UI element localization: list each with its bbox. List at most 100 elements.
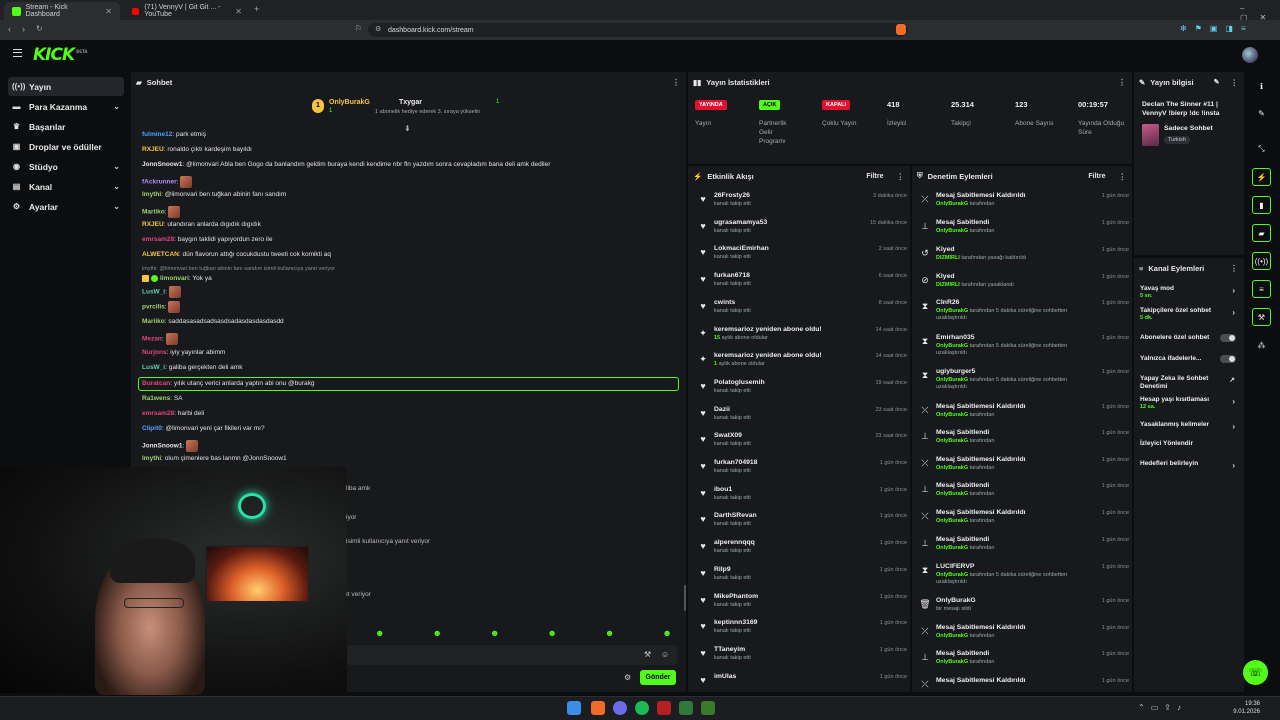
chat-message[interactable]: Buratcan: yılık utanç verici anlarda yap… <box>142 380 314 387</box>
list-item[interactable]: ⊥ Mesaj Sabitlendi OnlyBurakG tarafından 1 … <box>919 536 1129 562</box>
more-options-icon[interactable]: ⋮ <box>897 172 905 181</box>
list-item[interactable]: ⊥ Mesaj Sabitlendi OnlyBurakG tarafından 1 … <box>919 429 1129 455</box>
chat-message[interactable]: Mariiko: saddasasadsadsasdsadasdasdasdas… <box>142 318 284 325</box>
chat-username[interactable]: emrsam28 <box>142 236 174 243</box>
channel-action[interactable]: Hesap yaşı kısıtlaması 12 sa. › <box>1140 396 1238 410</box>
sidebar-item-basarilar[interactable]: ♛ Başarılar <box>8 117 124 136</box>
list-item[interactable]: ⊥ Mesaj Sabitlendi OnlyBurakG tarafından 1 … <box>919 482 1129 508</box>
chat-message[interactable]: RXJEU: ronaldo çıktı kardeşim bayıldı <box>142 146 252 153</box>
toggle-switch[interactable] <box>1220 355 1236 363</box>
list-item[interactable]: ♥ imUlas 1 gün önce <box>697 673 907 699</box>
chat-message[interactable]: pvrcilis: <box>142 301 181 313</box>
chat-username[interactable]: ALWETCAN <box>142 251 179 258</box>
chat-username[interactable]: JonnSnoow1 <box>142 161 182 168</box>
tab-youtube[interactable]: (71) VennyV | Git Git ... - YouTube ✕ <box>124 2 250 20</box>
list-item[interactable]: ♥ MikePhantom kanalı takip etti 1 gün önce <box>697 593 907 619</box>
sidebar-item-studyo[interactable]: ◉ Stüdyo ⌄ <box>8 157 124 176</box>
chat-username[interactable]: Clipit0 <box>142 425 162 432</box>
list-item[interactable]: ♥ cwints kanalı takip etti 8 saat önce <box>697 299 907 325</box>
chat-username[interactable]: fAckrunner <box>142 179 177 186</box>
channel-action[interactable]: Takipçilere özel sohbet 5 dk. › <box>1140 307 1238 321</box>
chat-username[interactable]: Mariiko <box>142 318 165 325</box>
chat-username[interactable]: fulmine12 <box>142 131 172 138</box>
chat-message[interactable]: Mariiko: <box>142 206 181 218</box>
chat-message[interactable]: JonnSnoow1: @limonvari Abla ben Gogo da … <box>142 161 550 168</box>
pencil-icon[interactable]: ✎ <box>1252 104 1271 122</box>
list-item[interactable]: ⤫ Mesaj Sabitlemesi Kaldırıldı OnlyBurakG … <box>919 192 1129 218</box>
chat-username[interactable]: lmythi <box>142 455 161 462</box>
tray-icons[interactable]: ⌃▭⇪♪ <box>1138 703 1187 712</box>
channel-action[interactable]: Yapay Zeka ile Sohbet Denetimi ↗ <box>1140 375 1238 391</box>
list-icon[interactable]: ≡ <box>1252 280 1271 298</box>
menu-icon[interactable] <box>13 49 22 57</box>
brave-icon[interactable] <box>591 701 605 715</box>
chat-settings-icon[interactable]: ⚙ <box>624 673 631 682</box>
chat-username[interactable]: RXJEU <box>142 221 164 228</box>
more-options-icon[interactable]: ⋮ <box>1230 264 1238 273</box>
chat-message[interactable]: Mezan: <box>142 333 178 345</box>
app-icon[interactable] <box>657 701 671 715</box>
list-item[interactable]: ⊥ Mesaj Sabitlendi OnlyBurakG tarafından 1 … <box>919 219 1129 245</box>
sidebar-item-kanal[interactable]: ▤ Kanal ⌄ <box>8 177 124 196</box>
list-item[interactable]: ⤫ Mesaj Sabitlemesi Kaldırıldı OnlyBurakG … <box>919 509 1129 535</box>
clock[interactable]: 19:36 9.01.2026 <box>1228 700 1260 716</box>
channel-action[interactable]: Yalnızca ifadelerle... <box>1140 355 1238 363</box>
list-item[interactable]: ⧗ CInR26 OnlyBurakG tarafından 5 dakika sü… <box>919 299 1129 325</box>
chat-message[interactable]: lmythi: olum çimenlere bas lanmn @JonnSn… <box>142 455 287 462</box>
close-icon[interactable]: ✕ <box>105 7 112 16</box>
channel-action[interactable]: Yasaklanmış kelimeler › <box>1140 421 1238 431</box>
lightning-icon[interactable]: ⚡ <box>1252 168 1271 186</box>
filter-button[interactable]: Filtre <box>1088 173 1105 180</box>
info-icon[interactable]: ℹ <box>1252 77 1271 95</box>
list-item[interactable]: ⤫ Mesaj Sabitlemesi Kaldırıldı 1 gün önce <box>919 677 1129 703</box>
channel-action[interactable]: Hedefleri belirleyin › <box>1140 460 1238 470</box>
slash-commands-icon[interactable]: ⚒ <box>644 650 651 659</box>
tab-kick-dashboard[interactable]: Stream - Kick Dashboard ✕ <box>4 2 120 20</box>
list-item[interactable]: ♥ Polatoglusemih kanalı takip etti 19 saat … <box>697 379 907 405</box>
chat-message[interactable]: fulmine12: park etmiş <box>142 131 206 138</box>
list-item[interactable]: ♥ keptinnn3169 kanalı takip etti 1 gün önce <box>697 619 907 645</box>
list-item[interactable]: ♥ ibou1 kanalı takip etti 1 gün önce <box>697 486 907 512</box>
chat-username[interactable]: limonvari <box>160 275 189 282</box>
list-item[interactable]: ♥ ugrasamamya53 kanalı takip etti 15 dakika… <box>697 219 907 245</box>
chat-username[interactable]: pvrcilis <box>142 304 165 311</box>
list-item[interactable]: ♥ DarthSRevan kanalı takip etti 1 gün önce <box>697 512 907 538</box>
url-field[interactable]: dashboard.kick.com/stream <box>368 23 908 37</box>
list-item[interactable]: ⤫ Mesaj Sabitlemesi Kaldırıldı OnlyBurakG … <box>919 456 1129 482</box>
chat-message[interactable]: RXJEU: utandıran anlarda dıgıdık dıgıdık <box>142 221 261 228</box>
list-item[interactable]: 🗑 OnlyBurakG bir mesajı sildi 1 gün önce <box>919 597 1129 623</box>
chat-username[interactable]: emrsam28 <box>142 410 174 417</box>
channel-action[interactable]: İzleyici Yönlendir <box>1140 440 1238 448</box>
chat-message[interactable]: emrsam28: baygın taklidi yapıyordun zero… <box>142 236 272 243</box>
more-options-icon[interactable]: ⋮ <box>672 78 680 87</box>
sidebar-item-ayarlar[interactable]: ⚙ Ayarlar ⌄ <box>8 197 124 216</box>
site-info-icon[interactable]: ⚙ <box>375 25 381 33</box>
sidebar-item-para-kazanma[interactable]: ▬ Para Kazanma ⌄ <box>8 97 124 116</box>
chat-input[interactable] <box>347 645 677 665</box>
discord-icon[interactable] <box>613 701 627 715</box>
extension-icons[interactable]: ✻⚑▣◨≡ <box>1180 24 1254 33</box>
chat-username[interactable]: lmythi <box>142 191 161 198</box>
chat-message[interactable]: JonnSnoow1: <box>142 440 199 452</box>
list-item[interactable]: ♥ LokmaciEmirhan kanalı takip etti 2 saat ö… <box>697 245 907 271</box>
chat-message[interactable]: LusW_i: galiba gerçekten deli amk <box>142 364 242 371</box>
reload-icon[interactable]: ↻ <box>36 24 43 33</box>
list-item[interactable]: ↺ Klyed DIZMIRLI tarafından yasağı kaldırı… <box>919 246 1129 272</box>
sidebar-item-yayin[interactable]: ((•)) Yayın <box>8 77 124 96</box>
chat-message[interactable]: lmythi: @limonvari ben tuğkan abinin fan… <box>142 191 286 198</box>
list-item[interactable]: ⊘ Klyed DIZMIRLI tarafından yasaklandı 1 gü… <box>919 273 1129 299</box>
more-options-icon[interactable]: ⋮ <box>1118 78 1126 87</box>
kick-app-icon[interactable] <box>701 701 715 715</box>
chat-username[interactable]: LusW_i <box>142 289 165 296</box>
list-item[interactable]: ⧗ Emirhan035 OnlyBurakG tarafından 5 dakik… <box>919 334 1129 360</box>
windows-start-icon[interactable] <box>567 701 581 715</box>
bookmark-icon[interactable]: ⚐ <box>355 24 362 33</box>
close-icon[interactable]: ✕ <box>235 7 242 16</box>
chat-username[interactable]: Ra1wens <box>142 395 170 402</box>
avatar[interactable] <box>1242 47 1258 63</box>
edit-icon[interactable]: ✎ <box>1214 78 1220 86</box>
nvidia-icon[interactable] <box>679 701 693 715</box>
spotify-icon[interactable] <box>635 701 649 715</box>
chat-username[interactable]: RXJEU <box>142 146 164 153</box>
filter-button[interactable]: Filtre <box>866 173 883 180</box>
